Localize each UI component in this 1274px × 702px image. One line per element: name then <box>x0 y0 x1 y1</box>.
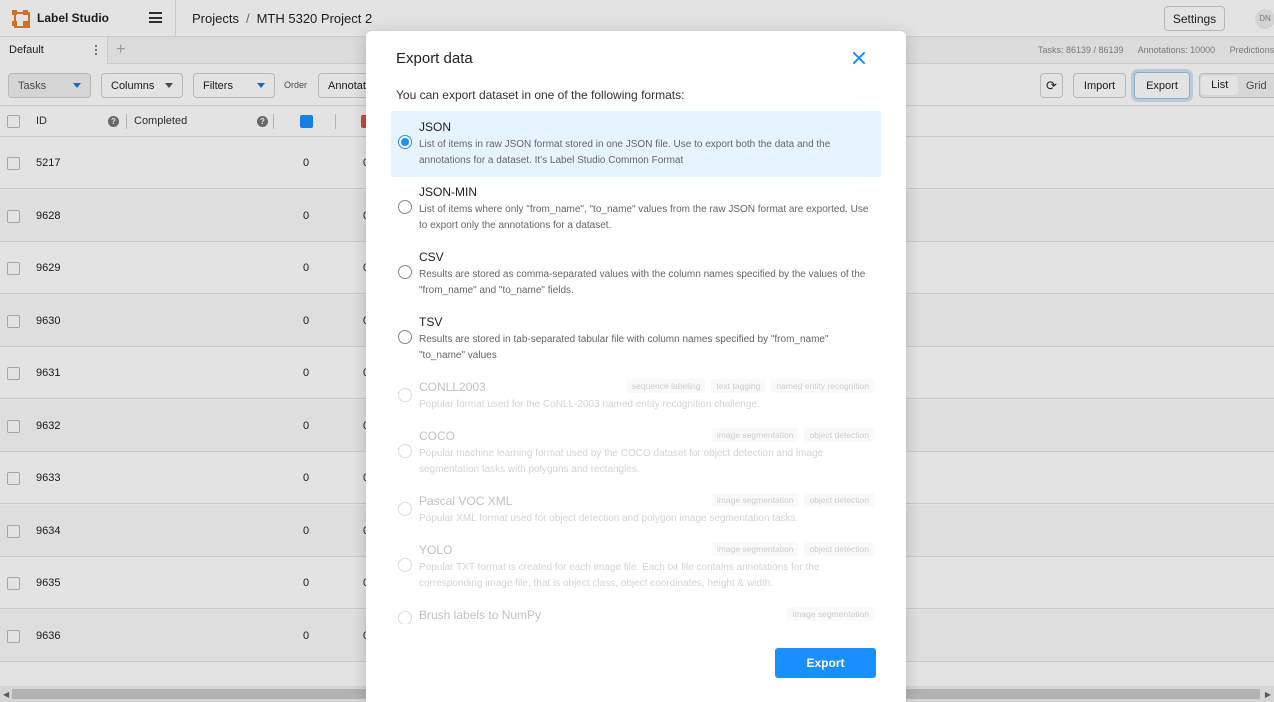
format-description: Popular format used for the CoNLL-2003 n… <box>419 399 760 410</box>
format-option-json-min[interactable]: JSON-MIN List of items where only "from_n… <box>391 176 881 242</box>
format-option-brush-labels-to-numpy: Brush labels to NumPy image segmentation <box>391 599 881 624</box>
format-name: CSV <box>419 250 444 264</box>
modal-title: Export data <box>396 50 473 67</box>
format-radio <box>398 388 412 402</box>
format-tag: object detection <box>804 493 874 507</box>
format-description: Results are stored in tab-separated tabu… <box>419 334 829 361</box>
format-tag: named entity recognition <box>771 379 874 393</box>
format-description: Popular XML format used for object detec… <box>419 513 799 524</box>
format-radio <box>398 558 412 572</box>
format-radio <box>398 444 412 458</box>
modal-intro: You can export dataset in one of the fol… <box>396 88 685 102</box>
format-description: Results are stored as comma-separated va… <box>419 269 866 296</box>
format-radio[interactable] <box>398 330 412 344</box>
format-tag: image segmentation <box>711 428 799 442</box>
format-radio[interactable] <box>398 200 412 214</box>
format-tag: object detection <box>804 428 874 442</box>
format-list: JSON List of items in raw JSON format sto… <box>391 111 881 624</box>
format-tag: object detection <box>804 542 874 556</box>
format-name: JSON <box>419 120 452 134</box>
format-radio[interactable] <box>398 135 412 149</box>
format-tag: image segmentation <box>711 493 799 507</box>
export-button[interactable]: Export <box>775 648 876 678</box>
format-description: List of items in raw JSON format stored … <box>419 139 831 166</box>
format-name: JSON-MIN <box>419 185 477 199</box>
format-description: List of items where only "from_name", "t… <box>419 204 869 231</box>
format-tag: text tagging <box>711 379 766 393</box>
format-option-tsv[interactable]: TSV Results are stored in tab-separated t… <box>391 306 881 372</box>
format-option-csv[interactable]: CSV Results are stored as comma-separated… <box>391 241 881 307</box>
export-modal: Export data You can export dataset in on… <box>366 31 906 702</box>
format-option-json[interactable]: JSON List of items in raw JSON format sto… <box>391 111 881 177</box>
format-description: Popular TXT format is created for each i… <box>419 562 820 589</box>
format-option-conll2003: CONLL2003 Popular format used for the CoN… <box>391 371 881 421</box>
format-tag: image segmentation <box>787 607 874 621</box>
close-icon[interactable] <box>852 51 866 65</box>
format-option-coco: COCO Popular machine learning format used… <box>391 420 881 486</box>
format-description: Popular machine learning format used by … <box>419 448 824 475</box>
format-radio <box>398 502 412 516</box>
format-option-yolo: YOLO Popular TXT format is created for ea… <box>391 534 881 600</box>
format-radio[interactable] <box>398 265 412 279</box>
format-tag: sequence labeling <box>626 379 706 393</box>
format-tag: image segmentation <box>711 542 799 556</box>
format-radio <box>398 611 412 624</box>
format-name: TSV <box>419 315 443 329</box>
format-option-pascal-voc-xml: Pascal VOC XML Popular XML format used fo… <box>391 485 881 535</box>
